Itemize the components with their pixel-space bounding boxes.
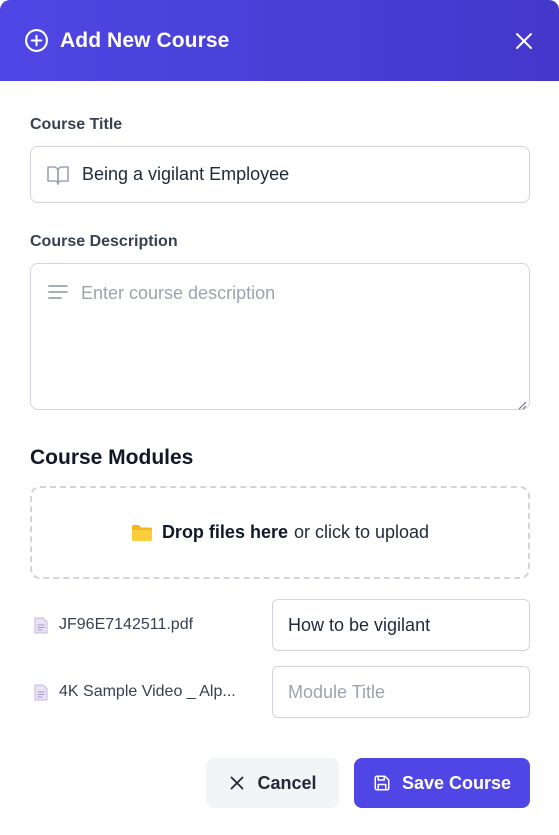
course-description-field[interactable] xyxy=(30,263,530,410)
course-title-label: Course Title xyxy=(30,116,123,133)
course-modules-heading: Course Modules xyxy=(30,446,194,469)
save-icon xyxy=(373,774,391,792)
close-icon xyxy=(228,774,246,792)
dropzone-text: or click to upload xyxy=(293,522,430,542)
folder-icon xyxy=(131,524,153,542)
module-file: JF96E7142511.pdf xyxy=(34,616,264,634)
course-description-label: Course Description xyxy=(30,233,178,250)
plus-circle-icon xyxy=(24,28,49,53)
course-title-field[interactable] xyxy=(30,146,530,203)
modal-header: Add New Course xyxy=(0,0,559,81)
save-label: Save Course xyxy=(401,772,512,793)
save-course-button[interactable]: Save Course xyxy=(354,758,530,808)
cancel-button[interactable]: Cancel xyxy=(206,758,339,808)
cancel-label: Cancel xyxy=(257,772,317,793)
course-description-input[interactable] xyxy=(81,283,511,393)
module-file-name: JF96E7142511.pdf xyxy=(59,616,194,633)
course-title-input[interactable] xyxy=(82,164,502,185)
file-icon xyxy=(34,617,48,634)
module-row: 4K Sample Video _ Alp... xyxy=(30,666,530,718)
align-left-icon xyxy=(47,282,69,302)
book-open-icon xyxy=(46,163,70,187)
module-title-input[interactable] xyxy=(272,666,530,718)
close-icon[interactable] xyxy=(511,28,537,54)
module-file: 4K Sample Video _ Alp... xyxy=(34,683,264,701)
module-title-input[interactable] xyxy=(272,599,530,651)
add-course-modal: Add New Course Course Title Course Descr… xyxy=(0,0,559,835)
module-row: JF96E7142511.pdf xyxy=(30,599,530,651)
resize-handle-icon[interactable] xyxy=(517,397,527,410)
file-dropzone[interactable]: Drop files here or click to upload xyxy=(30,486,530,579)
dropzone-bold-text: Drop files here xyxy=(161,522,288,542)
file-icon xyxy=(34,684,48,701)
module-file-name: 4K Sample Video _ Alp... xyxy=(59,683,236,700)
modal-title: Add New Course xyxy=(60,28,230,52)
